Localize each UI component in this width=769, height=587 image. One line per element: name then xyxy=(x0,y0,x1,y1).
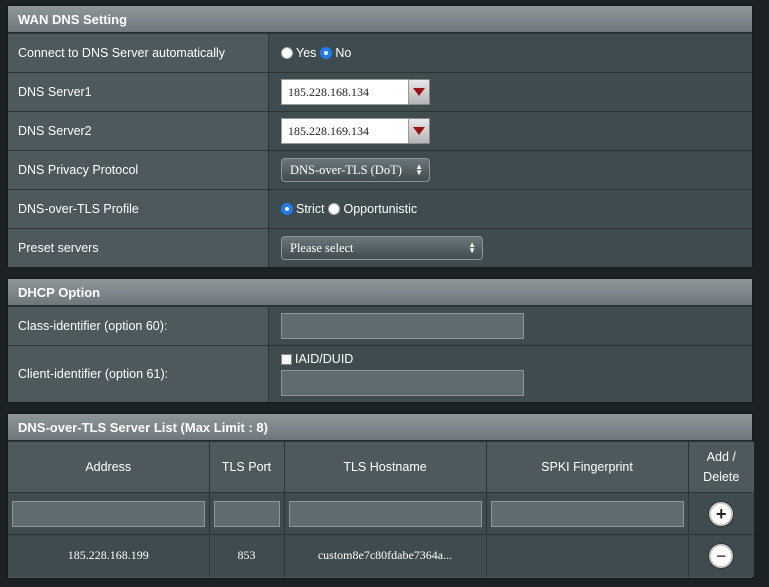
radio-off-icon xyxy=(281,47,293,59)
minus-circle-icon[interactable]: − xyxy=(709,543,734,568)
radio-off-icon xyxy=(328,203,341,215)
privacy-protocol-select[interactable]: DNS-over-TLS (DoT) ▲ ▼ xyxy=(281,158,430,182)
class-id-label: Class-identifier (option 60): xyxy=(8,307,269,345)
profile-strict-radio[interactable]: Strict xyxy=(281,202,324,216)
client-id-row: Client-identifier (option 61): IAID/DUID xyxy=(8,345,752,402)
dot-server-list-panel: DNS-over-TLS Server List (Max Limit : 8)… xyxy=(7,413,754,579)
dot-server-table: Address TLS Port TLS Hostname SPKI Finge… xyxy=(8,441,754,577)
col-spki-fingerprint: SPKI Fingerprint xyxy=(486,441,689,493)
wan-dns-panel: WAN DNS Setting Connect to DNS Server au… xyxy=(7,5,753,267)
table-header-row: Address TLS Port TLS Hostname SPKI Finge… xyxy=(8,441,754,493)
row-fingerprint xyxy=(486,534,689,577)
dot-list-title: DNS-over-TLS Server List (Max Limit : 8) xyxy=(8,414,752,441)
dns-server1-dropdown-button[interactable] xyxy=(409,79,430,105)
new-address-input[interactable] xyxy=(12,500,205,527)
preset-servers-select[interactable]: Please select ▲ ▼ xyxy=(281,236,483,260)
dns-server2-combo: 185.228.169.134 xyxy=(281,118,430,144)
row-hostname: custom8e7c80fdabe7364a... xyxy=(284,534,487,577)
dns-server1-input[interactable]: 185.228.168.134 xyxy=(281,79,409,105)
select-arrows-icon: ▲ ▼ xyxy=(468,240,476,255)
privacy-protocol-label: DNS Privacy Protocol xyxy=(8,151,269,189)
wan-dns-title: WAN DNS Setting xyxy=(8,6,752,33)
col-tls-port: TLS Port xyxy=(209,441,285,493)
dhcp-title: DHCP Option xyxy=(8,279,752,306)
dhcp-panel: DHCP Option Class-identifier (option 60)… xyxy=(7,278,753,403)
iaid-duid-checkbox-wrap[interactable]: IAID/DUID xyxy=(281,352,353,366)
dot-profile-row: DNS-over-TLS Profile Strict Opportunisti… xyxy=(8,189,752,228)
privacy-protocol-row: DNS Privacy Protocol DNS-over-TLS (DoT) … xyxy=(8,150,752,189)
auto-dns-label: Connect to DNS Server automatically xyxy=(8,34,269,72)
table-input-row: + xyxy=(8,492,754,535)
new-fingerprint-input[interactable] xyxy=(490,500,684,527)
plus-circle-icon[interactable]: + xyxy=(709,501,734,526)
class-id-row: Class-identifier (option 60): xyxy=(8,306,752,345)
auto-dns-no-radio[interactable]: No xyxy=(320,46,351,60)
radio-on-icon xyxy=(320,47,333,59)
dns-server2-label: DNS Server2 xyxy=(8,112,269,150)
client-id-input[interactable] xyxy=(281,370,524,396)
select-arrows-icon: ▲ ▼ xyxy=(415,162,423,177)
radio-on-icon xyxy=(281,203,293,215)
class-id-input[interactable] xyxy=(281,313,524,339)
new-hostname-input[interactable] xyxy=(288,500,482,527)
col-address: Address xyxy=(8,441,210,493)
dns-server1-row: DNS Server1 185.228.168.134 xyxy=(8,72,752,111)
client-id-label: Client-identifier (option 61): xyxy=(8,346,269,402)
preset-servers-label: Preset servers xyxy=(8,229,269,267)
triangle-down-icon xyxy=(413,88,425,96)
dns-server1-combo: 185.228.168.134 xyxy=(281,79,430,105)
row-address: 185.228.168.199 xyxy=(8,534,210,577)
dns-server2-dropdown-button[interactable] xyxy=(409,118,430,144)
new-port-input[interactable] xyxy=(213,500,280,527)
iaid-duid-checkbox[interactable] xyxy=(281,354,292,366)
triangle-down-icon xyxy=(413,127,425,135)
preset-servers-row: Preset servers Please select ▲ ▼ xyxy=(8,228,752,267)
profile-opportunistic-radio[interactable]: Opportunistic xyxy=(328,202,417,216)
table-row: 185.228.168.199 853 custom8e7c80fdabe736… xyxy=(8,534,754,577)
col-add-delete: Add / Delete xyxy=(688,441,754,493)
dns-server2-row: DNS Server2 185.228.169.134 xyxy=(8,111,752,150)
col-tls-hostname: TLS Hostname xyxy=(284,441,487,493)
auto-dns-yes-radio[interactable]: Yes xyxy=(281,46,316,60)
dns-server1-label: DNS Server1 xyxy=(8,73,269,111)
dot-profile-label: DNS-over-TLS Profile xyxy=(8,190,269,228)
dns-server2-input[interactable]: 185.228.169.134 xyxy=(281,118,409,144)
row-port: 853 xyxy=(209,534,285,577)
auto-dns-row: Connect to DNS Server automatically Yes … xyxy=(8,33,752,72)
